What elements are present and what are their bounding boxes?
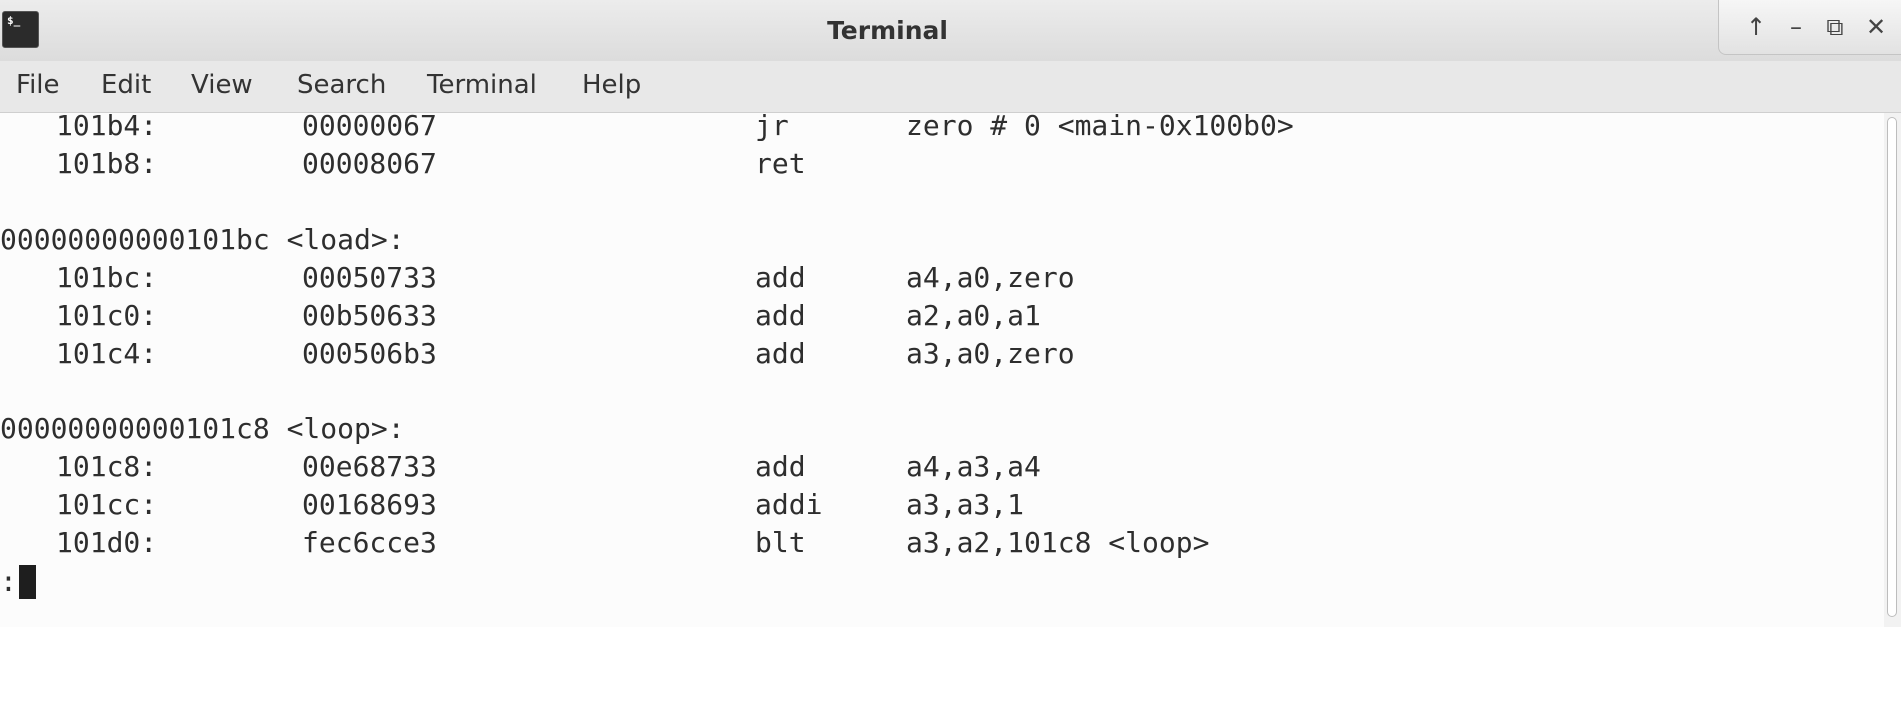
mnemonic: add: [755, 337, 806, 370]
address: 101c8:: [56, 450, 158, 483]
menu-help[interactable]: Help: [582, 70, 641, 100]
mnemonic: add: [755, 261, 806, 294]
minimize-icon[interactable]: –: [1781, 12, 1811, 42]
menu-edit[interactable]: Edit: [101, 70, 151, 100]
prompt-colon: :: [0, 565, 17, 598]
opcode-hex: fec6cce3: [302, 526, 437, 559]
opcode-hex: 00008067: [302, 147, 437, 180]
mnemonic: jr: [755, 109, 789, 142]
disasm-row: 101bc: 00050733 add a4,a0,zero: [0, 261, 1075, 297]
operands: zero # 0 <main-0x100b0>: [906, 109, 1294, 142]
scrollbar-thumb[interactable]: [1887, 117, 1897, 617]
operands: a3,a0,zero: [906, 337, 1075, 370]
opcode-hex: 00168693: [302, 488, 437, 521]
disasm-row: 101c8: 00e68733 add a4,a3,a4: [0, 450, 1041, 486]
address: 101b8:: [56, 147, 158, 180]
keep-above-icon[interactable]: ↑: [1741, 12, 1771, 42]
disasm-row: 101c0: 00b50633 add a2,a0,a1: [0, 299, 1041, 335]
address: 101c0:: [56, 299, 158, 332]
mnemonic: ret: [755, 147, 806, 180]
disasm-row: 101b4: 00000067 jr zero # 0 <main-0x100b…: [0, 109, 1294, 145]
mnemonic: add: [755, 450, 806, 483]
close-icon[interactable]: ✕: [1861, 12, 1891, 42]
vertical-scrollbar[interactable]: [1884, 113, 1901, 627]
disasm-row: 101d0: fec6cce3 blt a3,a2,101c8 <loop>: [0, 526, 1209, 562]
text-cursor: [19, 565, 36, 599]
maximize-icon[interactable]: ⧉: [1820, 12, 1850, 42]
operands: a3,a2,101c8 <loop>: [906, 526, 1210, 559]
opcode-hex: 00050733: [302, 261, 437, 294]
menu-search[interactable]: Search: [297, 70, 386, 100]
opcode-hex: 00b50633: [302, 299, 437, 332]
disasm-row: 101b8: 00008067 ret: [0, 147, 806, 183]
menu-file[interactable]: File: [16, 70, 60, 100]
function-label: 00000000000101c8 <loop>:: [0, 412, 405, 448]
label-text: 00000000000101c8 <loop>:: [0, 412, 405, 445]
mnemonic: add: [755, 299, 806, 332]
disasm-row: 101c4: 000506b3 add a3,a0,zero: [0, 337, 1075, 373]
disasm-row: 101cc: 00168693 addi a3,a3,1: [0, 488, 1024, 524]
menu-view[interactable]: View: [191, 70, 253, 100]
label-text: 00000000000101bc <load>:: [0, 223, 405, 256]
address: 101b4:: [56, 109, 158, 142]
opcode-hex: 00000067: [302, 109, 437, 142]
menu-bar: File Edit View Search Terminal Help: [0, 61, 1901, 113]
mnemonic: addi: [755, 488, 823, 521]
address: 101cc:: [56, 488, 158, 521]
opcode-hex: 00e68733: [302, 450, 437, 483]
address: 101d0:: [56, 526, 158, 559]
operands: a2,a0,a1: [906, 299, 1041, 332]
function-label: 00000000000101bc <load>:: [0, 223, 405, 259]
operands: a4,a3,a4: [906, 450, 1041, 483]
window-controls: ↑ – ⧉ ✕: [1718, 0, 1901, 55]
pager-prompt[interactable]: :: [0, 565, 60, 601]
mnemonic: blt: [755, 526, 806, 559]
title-bar: $_ Terminal ↑ – ⧉ ✕: [0, 0, 1901, 61]
terminal-output[interactable]: 101b4: 00000067 jr zero # 0 <main-0x100b…: [0, 109, 1884, 627]
address: 101c4:: [56, 337, 158, 370]
menu-terminal[interactable]: Terminal: [427, 70, 537, 100]
opcode-hex: 000506b3: [302, 337, 437, 370]
operands: a4,a0,zero: [906, 261, 1075, 294]
address: 101bc:: [56, 261, 158, 294]
operands: a3,a3,1: [906, 488, 1025, 521]
window-title: Terminal: [827, 16, 948, 45]
